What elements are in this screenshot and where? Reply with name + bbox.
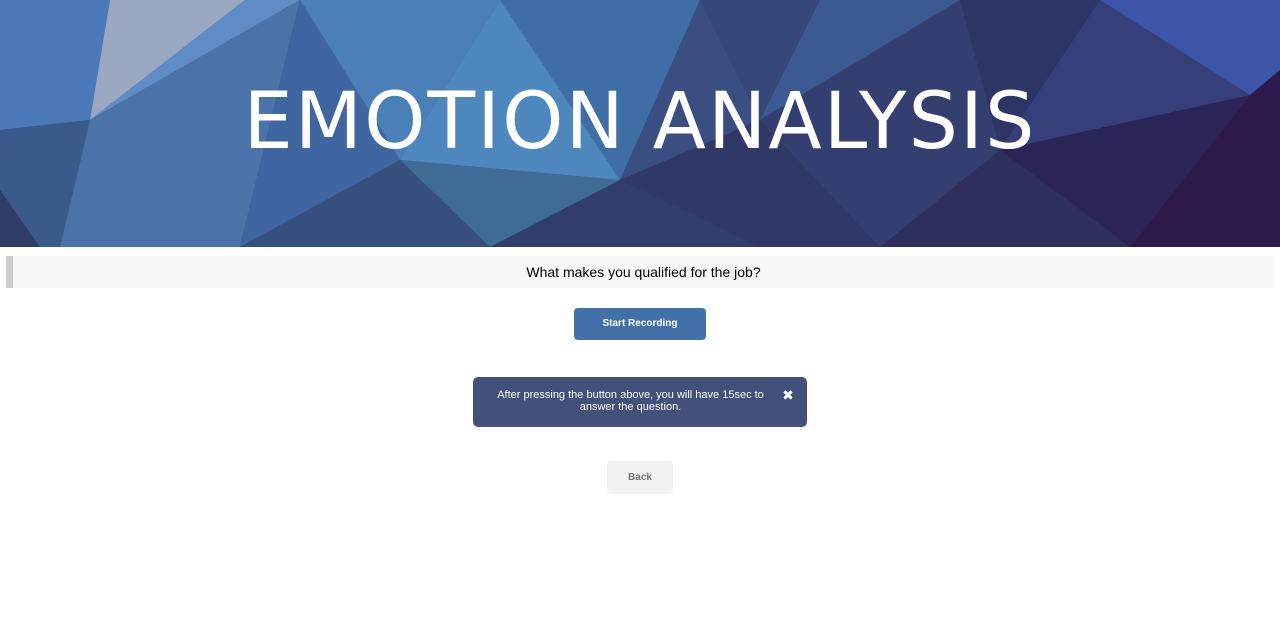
question-text: What makes you qualified for the job? (526, 264, 761, 280)
page-title: EMOTION ANALYSIS (243, 77, 1037, 167)
info-notice: After pressing the button above, you wil… (473, 377, 807, 427)
question-bar: What makes you qualified for the job? (6, 256, 1274, 288)
close-icon[interactable]: ✖ (780, 387, 796, 403)
header-banner: EMOTION ANALYSIS (0, 0, 1280, 247)
notice-text: After pressing the button above, you wil… (497, 389, 764, 413)
start-recording-button[interactable]: Start Recording (574, 308, 706, 340)
back-button[interactable]: Back (607, 461, 673, 494)
